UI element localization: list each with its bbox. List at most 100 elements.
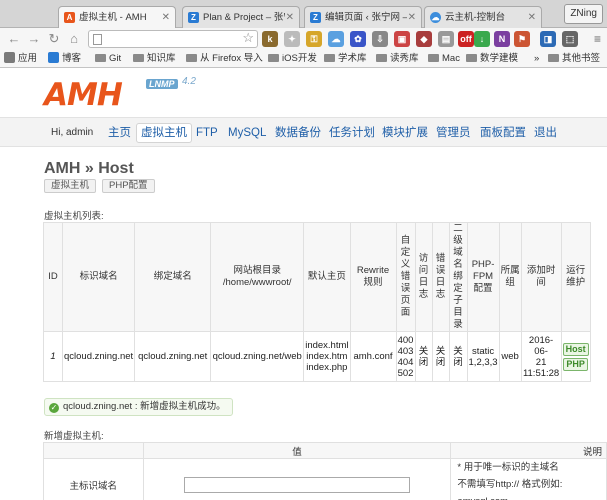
nav-vhost[interactable]: 虚拟主机 (136, 123, 192, 143)
browser-tab-cloud[interactable]: ☁ 云主机-控制台 ✕ (424, 6, 542, 28)
bookmark-academic[interactable]: 学术库 (324, 52, 367, 66)
off-extension-icon[interactable]: off (458, 31, 474, 47)
green-arrow-extension-icon[interactable]: ↓ (474, 31, 490, 47)
domain-input[interactable] (183, 476, 410, 493)
page-icon (93, 34, 102, 45)
k-extension-icon[interactable]: k (262, 31, 278, 47)
back-icon[interactable]: ← (6, 31, 22, 47)
folder-icon (133, 54, 144, 62)
table-row: 1 qcloud.zning.net qcloud.zning.net qclo… (43, 331, 591, 382)
bookmarks-overflow[interactable]: » (534, 52, 539, 66)
doc-extension-icon[interactable]: ▤ (438, 31, 454, 47)
menu-icon[interactable]: ≡ (594, 32, 601, 46)
nav-admin[interactable]: 管理员 (432, 123, 475, 143)
reload-icon[interactable]: ↻ (46, 31, 62, 47)
nav-backup[interactable]: 数据备份 (271, 123, 325, 143)
nav-ftp[interactable]: FTP (192, 123, 222, 143)
bookmark-apps[interactable]: 应用 (4, 52, 37, 66)
bookmark-math[interactable]: 数学建模 (466, 52, 518, 66)
amh-icon: A (64, 12, 75, 23)
bookmark-firefox[interactable]: 从 Firefox 导入 (186, 52, 263, 66)
table-header-row: ID 标识域名 绑定域名 网站根目录 /home/wwwroot/ 默认主页 R… (43, 222, 591, 332)
shield-extension-icon[interactable]: ⬚ (562, 31, 578, 47)
form-note-2: 不需填写http:// 格式例如: amysql.com (457, 479, 563, 500)
home-icon[interactable]: ⌂ (66, 31, 82, 47)
col-added: 添加时间 (520, 222, 562, 332)
close-icon[interactable]: ✕ (408, 7, 416, 28)
subtab-php[interactable]: PHP配置 (102, 179, 155, 193)
profile-button[interactable]: ZNing (564, 4, 603, 24)
nav-home[interactable]: 主页 (104, 123, 135, 143)
cell-group: web (498, 331, 522, 382)
col-php-fpm: PHP-FPM 配置 (466, 222, 500, 332)
subtab-vhost[interactable]: 虚拟主机 (44, 179, 97, 193)
close-icon[interactable]: ✕ (162, 7, 170, 28)
browser-tab-strip: A 虚拟主机 - AMH ✕ Z Plan & Project – 张宁 ✕ Z… (0, 0, 607, 28)
form-header-row: 值 说明 (43, 442, 607, 459)
col-access-log: 访问日志 (414, 222, 433, 332)
greeting: Hi, admin (51, 127, 94, 138)
forward-icon[interactable]: → (26, 31, 42, 47)
form-col-field (43, 442, 144, 459)
php-button[interactable]: PHP (563, 357, 588, 371)
nav-panel[interactable]: 面板配置 (476, 123, 530, 143)
col-index: 默认主页 (303, 222, 351, 332)
page-title: AMH » Host (44, 160, 134, 177)
host-list-label: 虚拟主机列表: (44, 211, 104, 222)
nav-mysql[interactable]: MySQL (224, 123, 270, 143)
version-label: 4.2 (182, 76, 196, 87)
success-message: ✓ qcloud.zning.net : 新增虚拟主机成功。 (44, 398, 233, 416)
form-field-label: 主标识域名 (43, 458, 144, 500)
cell-index: index.html index.htm index.php (303, 331, 351, 382)
bookmark-other[interactable]: 其他书签 (548, 52, 600, 66)
bookmark-ios[interactable]: iOS开发 (268, 52, 317, 66)
form-note-cell: * 用于唯一标识的主域名 不需填写http:// 格式例如: amysql.co… (450, 458, 607, 500)
cell-access-log: 关闭 (414, 331, 433, 382)
nav-logout[interactable]: 退出 (530, 123, 561, 143)
bookmark-duxiu[interactable]: 读秀库 (376, 52, 419, 66)
bookmarks-bar: 应用 博客 Git 知识库 从 Firefox 导入 iOS开发 学术库 读秀库… (0, 50, 607, 68)
browser-toolbar: ← → ↻ ⌂ ☆ k ✦ ⚿ ☁ ✿ ⇩ ▣ ◆ ▤ off ↓ N ⚑ ◨ … (0, 28, 607, 50)
cell-bind-domain[interactable]: qcloud.zning.net (134, 331, 212, 382)
tag-extension-icon[interactable]: ◆ (416, 31, 432, 47)
browser-tab-amh[interactable]: A 虚拟主机 - AMH ✕ (58, 6, 176, 28)
folder-icon (268, 54, 279, 62)
col-bind-domain: 绑定域名 (134, 222, 212, 332)
flag-extension-icon[interactable]: ⚑ (514, 31, 530, 47)
cell-ident-domain: qcloud.zning.net (61, 331, 136, 382)
paw-extension-icon[interactable]: ✿ (350, 31, 366, 47)
browser-tab-edit[interactable]: Z 编辑页面 ‹ 张宁网 — W ✕ (304, 6, 422, 28)
close-icon[interactable]: ✕ (528, 7, 536, 28)
cell-php-fpm: static 1,2,3,3 (466, 331, 500, 382)
cell-added: 2016-06- 21 11:51:28 (520, 331, 562, 382)
cell-error-log: 关闭 (431, 331, 450, 382)
add-host-form: 值 说明 主标识域名 * 用于唯一标识的主域名 不需填写http:// 格式例如… (43, 442, 607, 500)
z-icon: Z (188, 12, 199, 23)
puzzle-extension-icon[interactable]: ✦ (284, 31, 300, 47)
bookmark-git[interactable]: Git (95, 52, 121, 66)
download-extension-icon[interactable]: ⇩ (372, 31, 388, 47)
bookmark-star-icon[interactable]: ☆ (242, 30, 254, 46)
cloud-extension-icon[interactable]: ☁ (328, 31, 344, 47)
bookmark-blog[interactable]: 博客 (48, 52, 81, 66)
nav-cron[interactable]: 任务计划 (325, 123, 379, 143)
z-icon: Z (310, 12, 321, 23)
nav-modules[interactable]: 模块扩展 (378, 123, 432, 143)
host-table: ID 标识域名 绑定域名 网站根目录 /home/wwwroot/ 默认主页 R… (43, 222, 591, 382)
col-subdir: 二级域名绑定子目录 (448, 222, 468, 332)
close-icon[interactable]: ✕ (286, 7, 294, 28)
address-bar[interactable]: ☆ (88, 30, 258, 48)
onenote-extension-icon[interactable]: N (494, 31, 510, 47)
host-button[interactable]: Host (562, 342, 589, 356)
pocket-extension-icon[interactable]: ◨ (540, 31, 556, 47)
cell-subdir: 关闭 (448, 331, 468, 382)
col-ident-domain: 标识域名 (61, 222, 136, 332)
amh-logo: AMH (44, 77, 123, 113)
image-extension-icon[interactable]: ▣ (394, 31, 410, 47)
bookmark-kb[interactable]: 知识库 (133, 52, 176, 66)
key-extension-icon[interactable]: ⚿ (306, 31, 322, 47)
cell-id: 1 (43, 331, 63, 382)
browser-tab-plan[interactable]: Z Plan & Project – 张宁 ✕ (182, 6, 300, 28)
col-ops: 运行维护 (560, 222, 591, 332)
bookmark-mac[interactable]: Mac (428, 52, 460, 66)
